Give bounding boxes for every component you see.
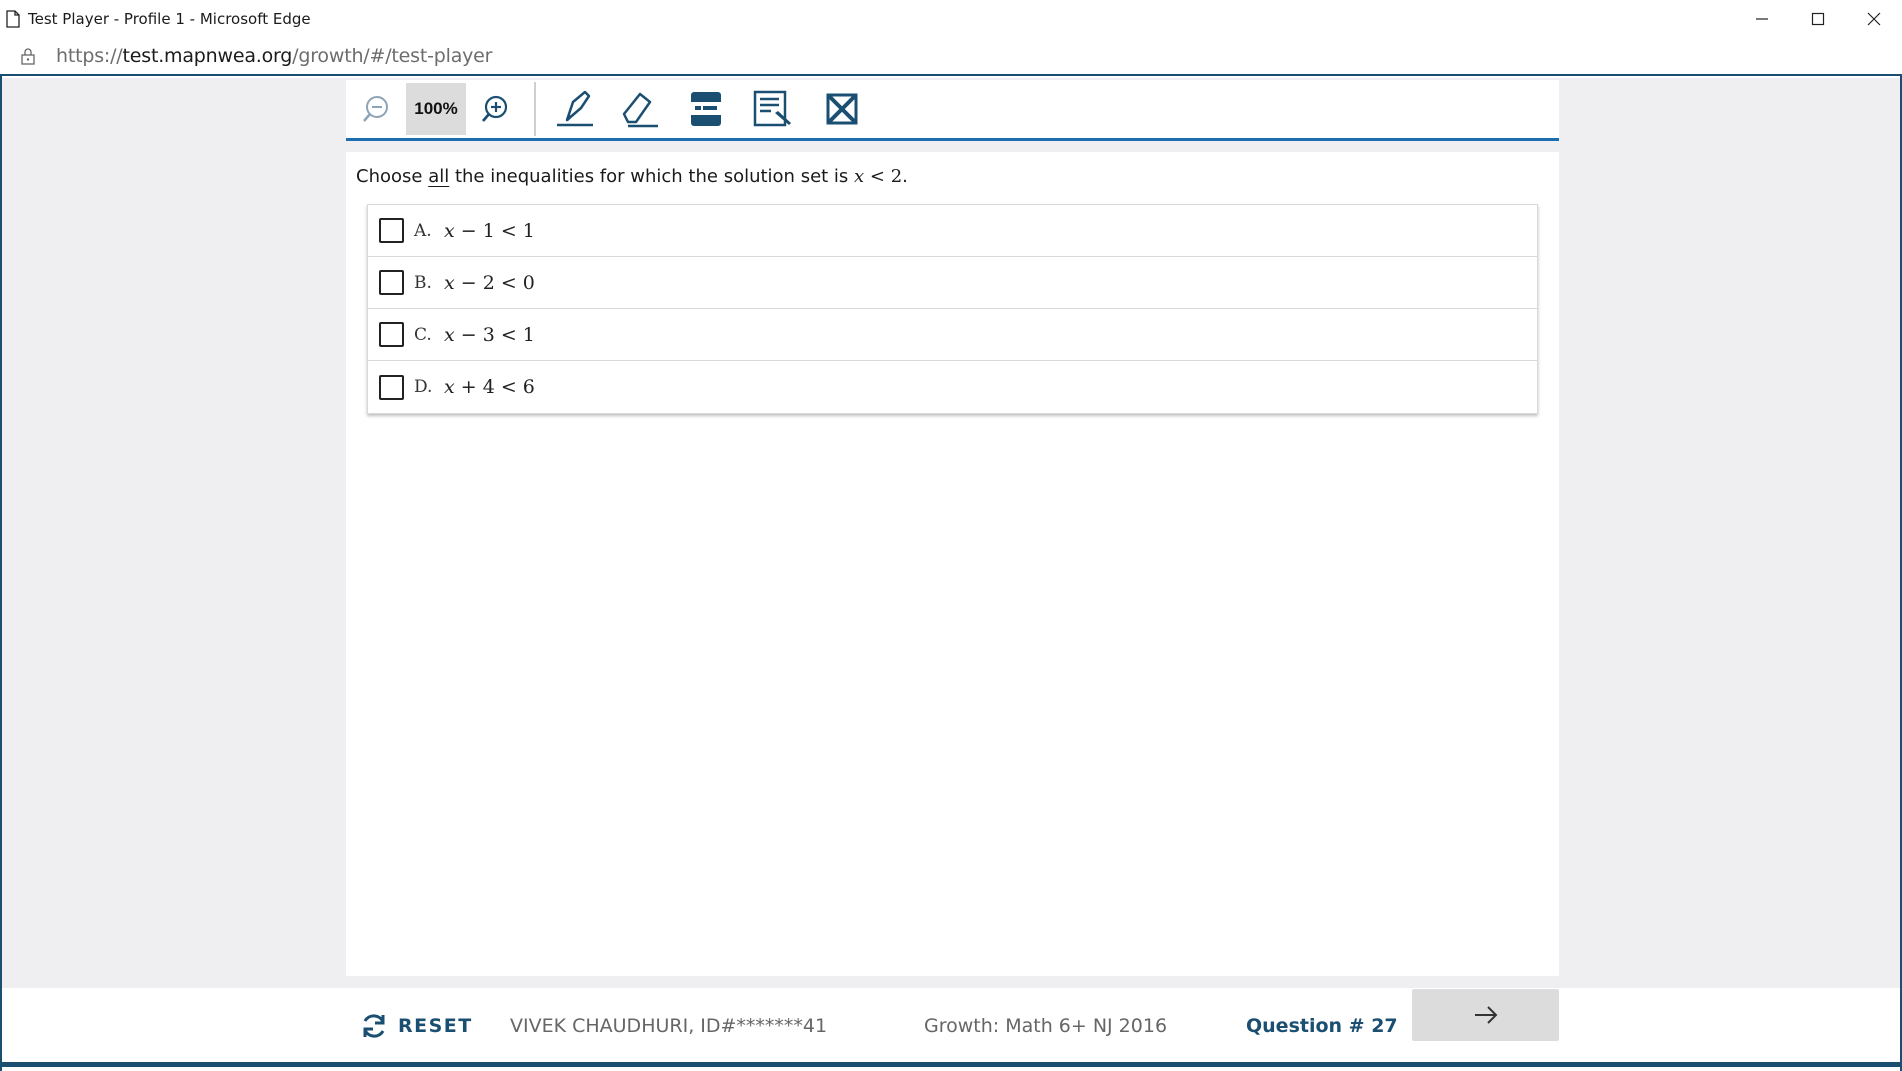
answer-eliminator-icon xyxy=(826,93,858,125)
student-info: VIVEK CHAUDHURI, ID#*******41 xyxy=(510,1015,828,1037)
checkbox[interactable] xyxy=(379,270,404,295)
choice-c[interactable]: C. x − 3 < 1 xyxy=(368,309,1537,361)
checkbox[interactable] xyxy=(379,374,404,400)
choice-letter: B. xyxy=(414,272,432,293)
prompt-emphasis: all xyxy=(428,166,450,187)
choice-var: x xyxy=(444,219,455,242)
window-title: Test Player - Profile 1 - Microsoft Edge xyxy=(28,10,311,28)
footer-bar: RESET VIVEK CHAUDHURI, ID#*******41 Grow… xyxy=(2,988,1900,1064)
choice-rest: − 2 < 0 xyxy=(454,271,535,294)
window-border-left xyxy=(0,76,2,1071)
prompt-math-rest: < 2 xyxy=(864,166,903,187)
window-controls xyxy=(1734,0,1902,38)
url-protocol: https:// xyxy=(56,45,123,67)
window-titlebar: Test Player - Profile 1 - Microsoft Edge xyxy=(0,0,1902,38)
address-bar[interactable]: https://test.mapnwea.org/growth/#/test-p… xyxy=(0,38,1902,76)
question-prompt: Choose all the inequalities for which th… xyxy=(356,166,908,187)
eraser-button[interactable] xyxy=(604,82,674,136)
close-window-button[interactable] xyxy=(1846,0,1902,38)
eraser-icon xyxy=(622,92,658,128)
page-icon xyxy=(6,10,20,28)
zoom-in-button[interactable] xyxy=(466,82,524,136)
choice-rest: + 4 < 6 xyxy=(454,376,535,398)
prompt-math-var: x xyxy=(854,166,865,187)
reset-button[interactable]: RESET xyxy=(360,988,473,1064)
test-name: Growth: Math 6+ NJ 2016 xyxy=(924,1015,1168,1037)
footer-rule xyxy=(2,1062,1900,1067)
lock-icon xyxy=(20,47,36,65)
choice-d[interactable]: D. x + 4 < 6 xyxy=(368,361,1537,413)
zoom-level: 100% xyxy=(406,83,466,135)
choice-expression: x − 1 < 1 xyxy=(444,220,535,242)
url-text[interactable]: https://test.mapnwea.org/growth/#/test-p… xyxy=(56,45,492,67)
reset-label: RESET xyxy=(398,1015,473,1037)
choice-rest: − 1 < 1 xyxy=(454,219,535,242)
url-path: /growth/#/test-player xyxy=(292,45,493,67)
line-reader-icon xyxy=(691,92,721,126)
maximize-button[interactable] xyxy=(1790,0,1846,38)
choice-letter: C. xyxy=(414,324,432,345)
tool-bar: 100% xyxy=(346,80,1559,141)
line-reader-button[interactable] xyxy=(674,82,738,136)
close-icon xyxy=(1867,12,1881,26)
choice-var: x xyxy=(444,271,455,294)
choice-expression: x − 2 < 0 xyxy=(444,272,535,294)
minimize-button[interactable] xyxy=(1734,0,1790,38)
prompt-math: x < 2 xyxy=(854,166,902,187)
minimize-icon xyxy=(1756,18,1768,20)
answer-choices: A. x − 1 < 1 B. x − 2 < 0 C. x − 3 < 1 D… xyxy=(367,204,1538,414)
prompt-text: . xyxy=(902,166,908,187)
checkbox[interactable] xyxy=(379,322,404,347)
maximize-icon xyxy=(1811,12,1825,26)
answer-eliminator-button[interactable] xyxy=(808,82,876,136)
choice-a[interactable]: A. x − 1 < 1 xyxy=(368,205,1537,257)
highlighter-button[interactable] xyxy=(546,82,604,136)
choice-expression: x − 3 < 1 xyxy=(444,324,535,346)
choice-var: x xyxy=(444,376,455,398)
checkbox[interactable] xyxy=(379,218,404,243)
prompt-text: the inequalities for which the solution … xyxy=(449,166,855,187)
arrow-right-icon xyxy=(1474,1006,1497,1024)
notepad-icon xyxy=(753,90,791,127)
next-question-button[interactable] xyxy=(1412,989,1559,1041)
url-host: test.mapnwea.org xyxy=(122,45,293,67)
question-panel: Choose all the inequalities for which th… xyxy=(346,152,1559,976)
refresh-icon xyxy=(363,1014,385,1038)
highlighter-icon xyxy=(557,90,593,127)
zoom-in-icon xyxy=(481,95,508,122)
zoom-out-button[interactable] xyxy=(346,82,406,136)
question-number: Question # 27 xyxy=(1246,1015,1398,1037)
choice-var: x xyxy=(444,323,455,346)
prompt-text: Choose xyxy=(356,166,429,187)
choice-letter: D. xyxy=(414,377,433,397)
zoom-out-icon xyxy=(363,96,388,122)
choice-letter: A. xyxy=(414,220,432,241)
toolbar-divider xyxy=(534,82,536,136)
notepad-button[interactable] xyxy=(738,82,808,136)
choice-b[interactable]: B. x − 2 < 0 xyxy=(368,257,1537,309)
choice-rest: − 3 < 1 xyxy=(454,323,535,346)
choice-expression: x + 4 < 6 xyxy=(444,376,535,398)
